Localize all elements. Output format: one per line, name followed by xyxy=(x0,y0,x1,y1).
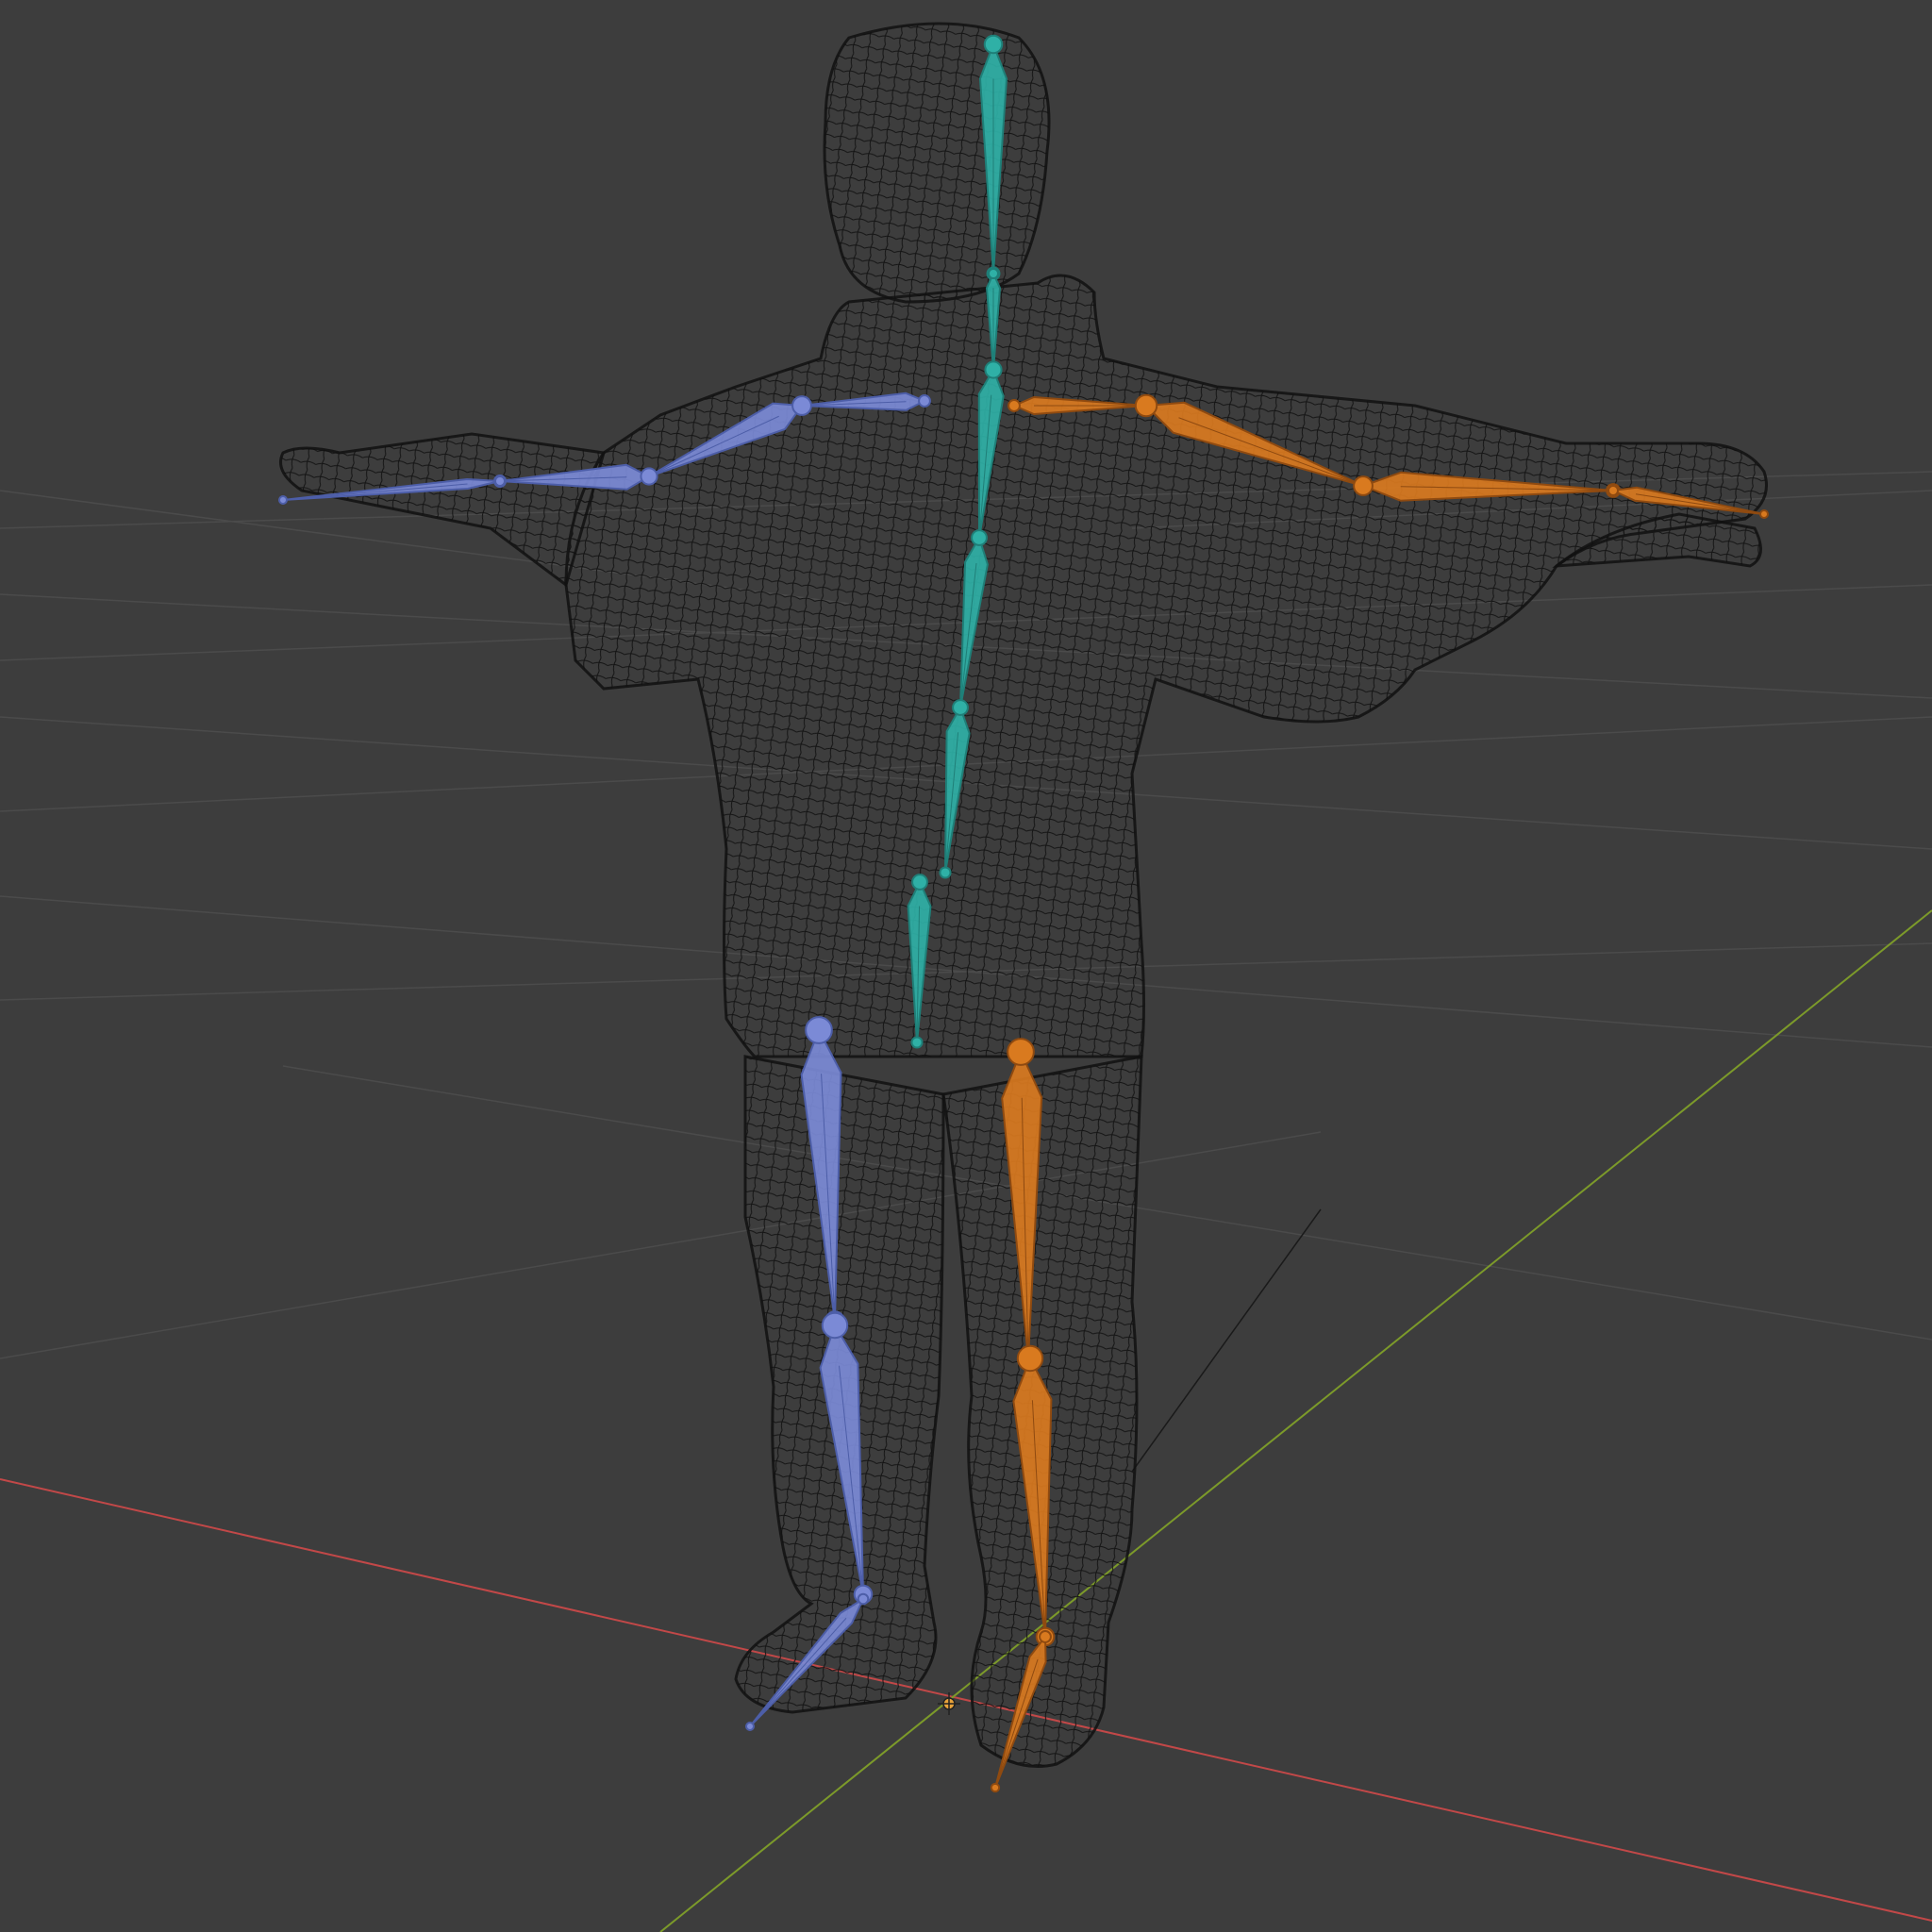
joint-head-spine-upper[interactable] xyxy=(971,529,988,546)
joint-head-thigh-r[interactable] xyxy=(805,1016,833,1044)
joint-head-neck[interactable] xyxy=(988,268,999,279)
joint-head-forearm-r[interactable] xyxy=(640,467,658,486)
joint-tail-spine-lower[interactable] xyxy=(910,1036,924,1049)
joint-tail-hand-l[interactable] xyxy=(1759,509,1769,519)
wireframe-mesh[interactable] xyxy=(279,22,1768,1768)
joint-head-hand-l[interactable] xyxy=(1607,485,1619,496)
x-axis-line xyxy=(0,1478,1932,1922)
joint-tail-spine-mid[interactable] xyxy=(939,866,952,879)
joint-head-chest[interactable] xyxy=(984,360,1003,379)
joint-head-shin-r[interactable] xyxy=(821,1311,849,1340)
joint-tail-foot-l[interactable] xyxy=(990,1782,1001,1793)
joint-head-shoulder-l[interactable] xyxy=(1008,399,1021,412)
joint-head-shin-l[interactable] xyxy=(1016,1344,1044,1373)
joint-head-upperarm-r[interactable] xyxy=(791,395,812,416)
joint-head-hand-r[interactable] xyxy=(494,475,506,487)
viewport-canvas[interactable] xyxy=(0,0,1932,1932)
joint-head-upperarm-l[interactable] xyxy=(1134,393,1158,418)
joint-head-thigh-l[interactable] xyxy=(1007,1038,1035,1066)
joint-head-spine-lower[interactable] xyxy=(911,874,928,891)
origin-crosshair-icon[interactable] xyxy=(938,1692,960,1715)
joint-tail-foot-r[interactable] xyxy=(745,1722,755,1731)
joint-head-spine-mid[interactable] xyxy=(952,699,969,716)
joint-tail-hand-r[interactable] xyxy=(278,495,288,505)
3d-viewport[interactable] xyxy=(0,0,1932,1932)
joint-head-foot-l[interactable] xyxy=(1039,1630,1052,1643)
joint-head-forearm-l[interactable] xyxy=(1353,475,1374,496)
joint-head-shoulder-r[interactable] xyxy=(918,394,931,408)
joint-head-foot-r[interactable] xyxy=(857,1592,870,1606)
joint-head-head[interactable] xyxy=(983,34,1004,55)
view-axis-line xyxy=(1131,1208,1322,1473)
